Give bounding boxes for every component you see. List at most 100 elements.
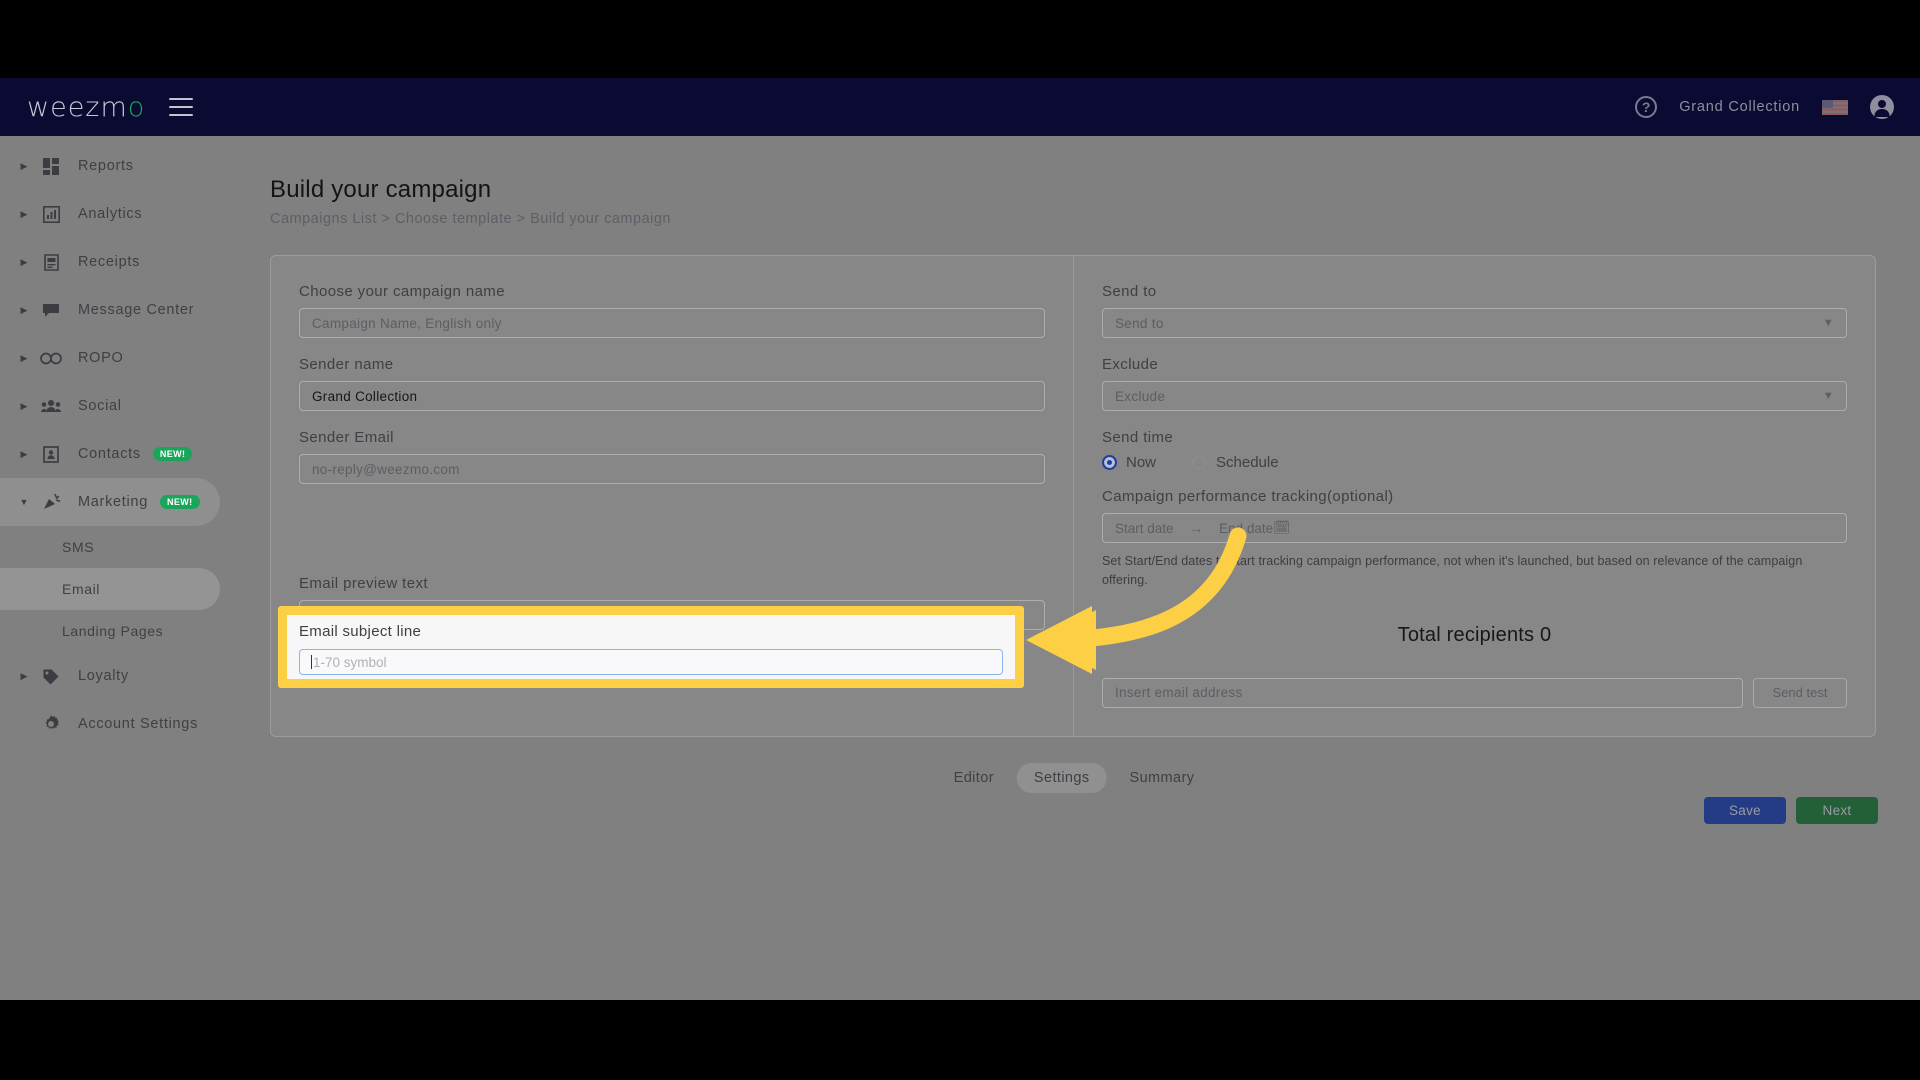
send-to-select[interactable]: Send to ▼ (1102, 308, 1847, 338)
radio-now-label: Now (1126, 454, 1157, 471)
sidebar-item-email[interactable]: Email (0, 568, 220, 610)
sidebar-item-receipts[interactable]: ▶ Receipts (0, 238, 220, 286)
us-flag-icon[interactable] (1822, 99, 1848, 115)
campaign-name-input[interactable]: Campaign Name, English only (299, 308, 1045, 338)
sidebar-item-account-settings[interactable]: Account Settings (0, 700, 220, 748)
topbar-right-cluster: ? Grand Collection (1635, 95, 1894, 119)
sender-email-label: Sender Email (299, 429, 394, 446)
email-preview-text-label: Email preview text (299, 575, 428, 592)
tag-icon (38, 668, 64, 685)
send-to-label: Send to (1102, 283, 1157, 300)
weezmo-logo[interactable]: weezm o (27, 92, 145, 123)
chevron-right-icon[interactable]: ▶ (18, 209, 30, 220)
sidebar-item-label: Analytics (78, 206, 143, 222)
sidebar-item-message-center[interactable]: ▶ Message Center (0, 286, 220, 334)
tab-settings[interactable]: Settings (1016, 763, 1107, 793)
sidebar-item-label: Loyalty (78, 668, 129, 684)
send-test-button[interactable]: Send test (1753, 677, 1847, 708)
email-subject-line-highlight: Email subject line 1-70 symbol (278, 606, 1024, 688)
chevron-down-icon[interactable]: ▼ (18, 497, 30, 507)
account-name: Grand Collection (1679, 99, 1800, 115)
chevron-right-icon[interactable]: ▶ (18, 161, 30, 172)
sender-email-input[interactable]: no-reply@weezmo.com (299, 454, 1045, 484)
next-button[interactable]: Next (1796, 797, 1878, 824)
chevron-down-icon: ▼ (1822, 317, 1834, 329)
tab-editor[interactable]: Editor (937, 763, 1011, 793)
end-date-input[interactable]: End date (1219, 521, 1273, 536)
test-email-input[interactable]: Insert email address (1102, 677, 1743, 708)
logo-accent: o (127, 91, 146, 123)
step-tabs: Editor Settings Summary (937, 763, 1212, 793)
logo-text: weezm (27, 91, 128, 123)
email-subject-line-label: Email subject line (299, 623, 422, 640)
status-badge: NEW! (159, 495, 200, 509)
exclude-select[interactable]: Exclude ▼ (1102, 381, 1847, 411)
people-icon (38, 399, 64, 413)
tab-summary[interactable]: Summary (1113, 763, 1212, 793)
email-subject-line-input[interactable]: 1-70 symbol (299, 649, 1003, 675)
dashboard-icon (38, 157, 64, 175)
email-subject-line-placeholder: 1-70 symbol (313, 654, 387, 670)
sidebar-item-marketing[interactable]: ▼ Marketing NEW! (0, 478, 220, 526)
sidebar-item-reports[interactable]: ▶ Reports (0, 142, 220, 190)
sidebar-item-label: Receipts (78, 254, 141, 270)
chevron-down-icon: ▼ (1822, 390, 1834, 402)
send-time-label: Send time (1102, 429, 1174, 446)
radio-send-schedule[interactable]: Schedule (1192, 454, 1279, 471)
infinity-icon (38, 352, 64, 365)
start-date-input[interactable]: Start date (1115, 521, 1174, 536)
footer-actions: Save Next (1704, 797, 1878, 824)
tracking-helper-text: Set Start/End dates to start tracking ca… (1102, 554, 1803, 587)
exclude-value: Exclude (1115, 388, 1166, 404)
chevron-right-icon[interactable]: ▶ (18, 449, 30, 460)
sender-name-label: Sender name (299, 356, 394, 373)
receipt-icon (38, 253, 64, 271)
chevron-right-icon[interactable]: ▶ (18, 257, 30, 268)
sidebar-item-label: Social (78, 398, 122, 414)
campaign-name-label: Choose your campaign name (299, 283, 505, 300)
contact-card-icon (38, 445, 64, 463)
calendar-icon[interactable]: 🗓 (1273, 520, 1290, 536)
footer-bar: Editor Settings Summary Save Next (270, 763, 1878, 853)
hamburger-icon[interactable] (169, 98, 194, 116)
exclude-label: Exclude (1102, 356, 1159, 373)
range-separator-icon: → (1189, 520, 1204, 536)
campaign-name-field-group: Choose your campaign name Campaign Name,… (299, 283, 1045, 338)
user-avatar-icon[interactable] (1870, 95, 1894, 119)
chevron-right-icon[interactable]: ▶ (18, 353, 30, 364)
exclude-field-group: Exclude Exclude ▼ (1102, 356, 1847, 411)
sidebar-item-label: Account Settings (78, 716, 199, 732)
top-navigation-bar: weezm o ? Grand Collection (0, 78, 1920, 136)
chevron-right-icon[interactable]: ▶ (18, 305, 30, 316)
radio-dot (1192, 455, 1208, 470)
chevron-right-icon[interactable]: ▶ (18, 671, 30, 682)
sidebar-item-contacts[interactable]: ▶ Contacts NEW! (0, 430, 220, 478)
radio-send-now[interactable]: Now (1102, 454, 1156, 471)
sidebar-item-label: ROPO (78, 350, 124, 366)
text-cursor (311, 655, 312, 669)
sidebar-item-label: Reports (78, 158, 134, 174)
tracking-field-group: Campaign performance tracking(optional) … (1102, 488, 1847, 590)
chat-icon (38, 302, 64, 319)
radio-dot-selected (1102, 455, 1117, 470)
sidebar-navigation: ▶ Reports ▶ Analytics ▶ Receipts ▶ Messa… (0, 136, 228, 1000)
sidebar-item-label: Message Center (78, 302, 195, 318)
sidebar-item-loyalty[interactable]: ▶ Loyalty (0, 652, 220, 700)
sidebar-item-label: Marketing (78, 494, 148, 510)
chevron-right-icon[interactable]: ▶ (18, 401, 30, 412)
status-badge: NEW! (152, 447, 193, 461)
sidebar-item-sms[interactable]: SMS (0, 526, 220, 568)
email-subject-line-field-group-focused: Email subject line 1-70 symbol (287, 615, 1015, 679)
sidebar-item-analytics[interactable]: ▶ Analytics (0, 190, 220, 238)
sender-name-input[interactable]: Grand Collection (299, 381, 1045, 411)
gear-icon (38, 715, 64, 733)
sidebar-item-ropo[interactable]: ▶ ROPO (0, 334, 220, 382)
megaphone-icon (38, 493, 64, 511)
sidebar-item-landing-pages[interactable]: Landing Pages (0, 610, 220, 652)
settings-right-column: Send to Send to ▼ Exclude Exclude ▼ Send… (1073, 256, 1875, 736)
date-range-picker[interactable]: Start date → End date 🗓 (1102, 513, 1847, 543)
sidebar-item-social[interactable]: ▶ Social (0, 382, 220, 430)
help-icon[interactable]: ? (1635, 96, 1658, 118)
sidebar-item-label: Contacts (78, 446, 141, 462)
save-button[interactable]: Save (1704, 797, 1786, 824)
